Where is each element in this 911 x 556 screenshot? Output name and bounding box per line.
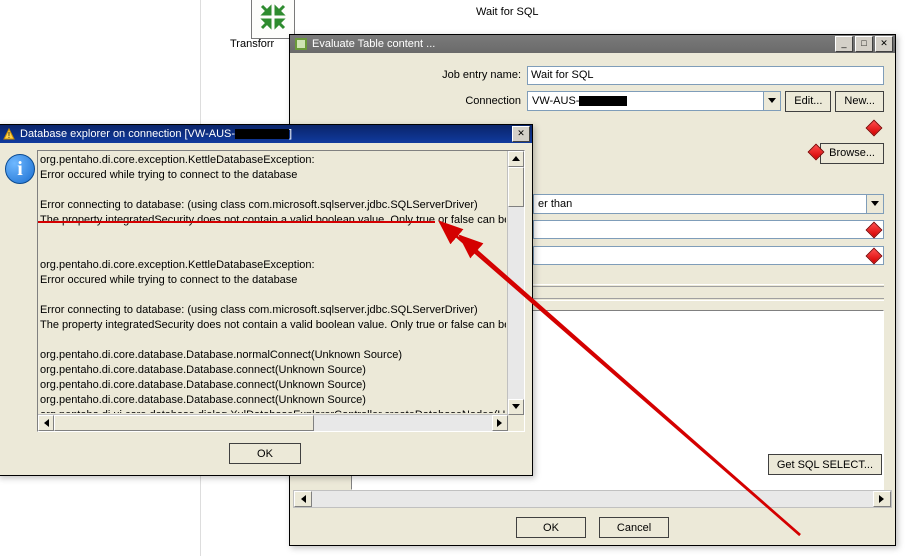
new-connection-button[interactable]: New... (835, 91, 884, 112)
scroll-left-icon[interactable] (294, 491, 312, 507)
titlebar[interactable]: Evaluate Table content ... _ □ ✕ (290, 35, 895, 53)
scroll-corner (508, 415, 524, 431)
window-title: Database explorer on connection [VW-AUS-… (20, 128, 510, 140)
connection-value: VW-AUS- (528, 95, 763, 107)
get-sql-select-button[interactable]: Get SQL SELECT... (768, 454, 882, 475)
success-condition-value: er than (534, 198, 866, 210)
vertical-scrollbar[interactable] (507, 151, 524, 415)
horizontal-scrollbar[interactable] (293, 490, 892, 508)
scroll-left-icon[interactable] (38, 415, 54, 431)
scroll-right-icon[interactable] (873, 491, 891, 507)
info-icon: i (5, 154, 35, 184)
horizontal-scrollbar[interactable] (38, 414, 508, 431)
redacted-text (579, 96, 627, 106)
chevron-down-icon[interactable] (763, 92, 780, 110)
close-button[interactable]: ✕ (875, 36, 893, 52)
maximize-button[interactable]: □ (855, 36, 873, 52)
connection-combo[interactable]: VW-AUS- (527, 91, 781, 111)
canvas-step-label: Transforr (230, 38, 274, 50)
canvas-step-label-wait: Wait for SQL (476, 6, 539, 18)
arrows-in-icon (258, 2, 288, 32)
text-field-1[interactable] (533, 220, 884, 239)
edit-connection-button[interactable]: Edit... (785, 91, 831, 112)
ok-button[interactable]: OK (229, 443, 301, 464)
ok-button[interactable]: OK (516, 517, 586, 538)
scroll-thumb[interactable] (508, 167, 524, 207)
browse-button[interactable]: Browse... (820, 143, 884, 164)
cancel-button[interactable]: Cancel (599, 517, 669, 538)
database-explorer-error-dialog: ! Database explorer on connection [VW-AU… (0, 124, 533, 476)
text-field-2[interactable] (533, 246, 884, 265)
success-condition-combo[interactable]: er than (533, 194, 884, 214)
close-button[interactable]: ✕ (512, 126, 530, 142)
scroll-thumb[interactable] (54, 415, 314, 431)
svg-text:!: ! (8, 131, 10, 140)
scroll-right-icon[interactable] (492, 415, 508, 431)
scroll-down-icon[interactable] (508, 399, 524, 415)
redacted-text (235, 129, 289, 139)
job-entry-name-input[interactable] (527, 66, 884, 85)
window-icon (294, 37, 308, 51)
error-text: org.pentaho.di.core.exception.KettleData… (40, 153, 506, 413)
scroll-up-icon[interactable] (508, 151, 524, 167)
job-entry-name-label: Job entry name: (291, 69, 527, 81)
window-title: Evaluate Table content ... (312, 38, 833, 50)
minimize-button[interactable]: _ (835, 36, 853, 52)
titlebar[interactable]: ! Database explorer on connection [VW-AU… (0, 125, 532, 143)
warning-icon: ! (2, 127, 16, 141)
connection-label: Connection (291, 95, 527, 107)
chevron-down-icon[interactable] (866, 195, 883, 213)
error-text-area[interactable]: org.pentaho.di.core.exception.KettleData… (37, 150, 525, 432)
